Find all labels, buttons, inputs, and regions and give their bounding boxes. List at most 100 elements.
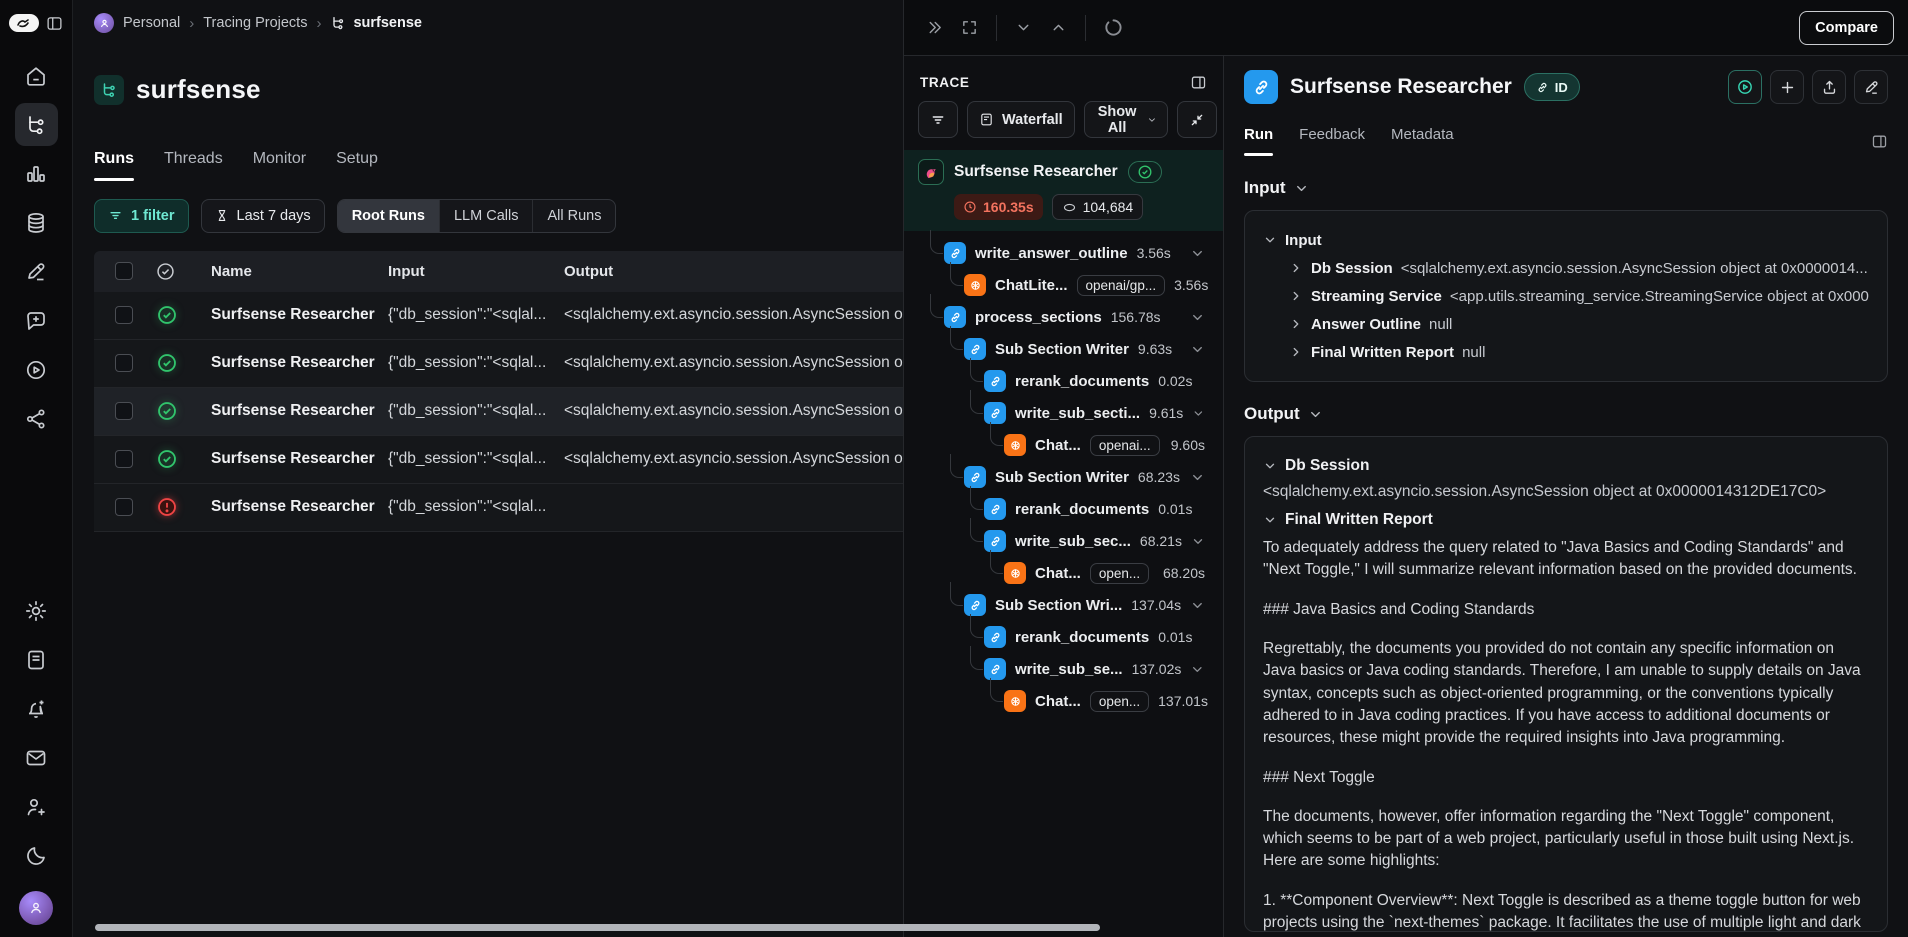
open-in-playground-button[interactable] bbox=[1728, 70, 1762, 104]
sidebar-item-dashboards[interactable] bbox=[15, 152, 58, 195]
sidebar-item-docs[interactable] bbox=[15, 638, 58, 681]
trace-span-row[interactable]: write_sub_sec... 68.21s bbox=[918, 525, 1209, 557]
sidebar-item-annotation[interactable] bbox=[15, 250, 58, 293]
output-db-session-row[interactable]: Db Session bbox=[1263, 457, 1869, 475]
trace-span-row[interactable]: Sub Section Writer 9.63s bbox=[918, 333, 1209, 365]
run-input-cell: {"db_session":"<sqlal... bbox=[388, 450, 564, 468]
trace-span-row[interactable]: rerank_documents 0.01s bbox=[918, 493, 1209, 525]
project-tab[interactable]: Runs bbox=[94, 150, 134, 181]
detail-tab[interactable]: Metadata bbox=[1391, 126, 1454, 156]
edit-button[interactable] bbox=[1854, 70, 1888, 104]
sidebar-item-tracing[interactable] bbox=[15, 103, 58, 146]
output-report-row[interactable]: Final Written Report bbox=[1263, 511, 1869, 529]
chevron-down-icon[interactable] bbox=[1190, 342, 1205, 357]
sidebar-item-settings[interactable] bbox=[15, 589, 58, 632]
trace-span-row[interactable]: ChatLite... openai/gp... 3.56s bbox=[918, 269, 1209, 301]
select-all-checkbox[interactable] bbox=[115, 262, 133, 280]
trace-span-row[interactable]: rerank_documents 0.01s bbox=[918, 621, 1209, 653]
project-tab[interactable]: Threads bbox=[164, 150, 223, 181]
row-checkbox[interactable] bbox=[115, 402, 133, 420]
trace-span-row[interactable]: Sub Section Wri... 137.04s bbox=[918, 589, 1209, 621]
trace-span-row[interactable]: write_sub_secti... 9.61s bbox=[918, 397, 1209, 429]
run-type-segment[interactable]: LLM Calls bbox=[440, 200, 533, 232]
row-checkbox[interactable] bbox=[115, 498, 133, 516]
show-all-dropdown[interactable]: Show All bbox=[1084, 101, 1169, 138]
column-input[interactable]: Input bbox=[388, 263, 564, 280]
trace-span-row[interactable]: rerank_documents 0.02s bbox=[918, 365, 1209, 397]
trace-span-row[interactable]: Chat... open... 137.01s bbox=[918, 685, 1209, 717]
compare-button[interactable]: Compare bbox=[1799, 11, 1894, 45]
sidebar-item-dark-mode[interactable] bbox=[15, 834, 58, 877]
input-field-row[interactable]: Final Written Report null bbox=[1263, 338, 1869, 366]
trace-filter-button[interactable] bbox=[918, 101, 958, 138]
chevron-down-icon[interactable] bbox=[1190, 310, 1205, 325]
sidebar-item-deployments[interactable] bbox=[15, 397, 58, 440]
horizontal-scrollbar[interactable] bbox=[95, 924, 1100, 931]
run-id-pill[interactable]: ID bbox=[1524, 73, 1580, 101]
add-to-dataset-button[interactable] bbox=[1770, 70, 1804, 104]
user-avatar[interactable] bbox=[19, 891, 53, 925]
fullscreen-icon[interactable] bbox=[961, 19, 978, 36]
row-checkbox[interactable] bbox=[115, 450, 133, 468]
project-tab[interactable]: Monitor bbox=[253, 150, 306, 181]
table-row[interactable]: Surfsense Researcher {"db_session":"<sql… bbox=[94, 484, 903, 532]
chevron-up-icon[interactable] bbox=[1050, 19, 1067, 36]
table-row[interactable]: Surfsense Researcher {"db_session":"<sql… bbox=[94, 436, 903, 484]
run-name-cell[interactable]: Surfsense Researcher bbox=[211, 306, 388, 324]
share-button[interactable] bbox=[1812, 70, 1846, 104]
row-checkbox[interactable] bbox=[115, 306, 133, 324]
table-row[interactable]: Surfsense Researcher {"db_session":"<sql… bbox=[94, 340, 903, 388]
sidebar-toggle-icon[interactable] bbox=[46, 15, 63, 32]
run-name-cell[interactable]: Surfsense Researcher bbox=[211, 498, 388, 516]
input-root-row[interactable]: Input bbox=[1263, 226, 1869, 254]
trace-root-span[interactable]: Surfsense Researcher 160.35s 104,684 bbox=[904, 150, 1223, 231]
column-output[interactable]: Output bbox=[564, 263, 903, 280]
chevron-down-icon[interactable] bbox=[1190, 598, 1205, 613]
sidebar-item-home[interactable] bbox=[15, 54, 58, 97]
chevron-down-icon[interactable] bbox=[1191, 534, 1205, 549]
input-field-row[interactable]: Streaming Service <app.utils.streaming_s… bbox=[1263, 282, 1869, 310]
run-type-segment[interactable]: All Runs bbox=[533, 200, 615, 232]
detail-tab[interactable]: Feedback bbox=[1299, 126, 1365, 156]
run-name-cell[interactable]: Surfsense Researcher bbox=[211, 354, 388, 372]
filter-count-button[interactable]: 1 filter bbox=[94, 199, 189, 233]
sidebar-item-datasets[interactable] bbox=[15, 201, 58, 244]
chevron-down-icon[interactable] bbox=[1015, 19, 1032, 36]
chevron-down-icon[interactable] bbox=[1192, 406, 1205, 421]
input-field-row[interactable]: Answer Outline null bbox=[1263, 310, 1869, 338]
breadcrumb-tracing-projects[interactable]: Tracing Projects bbox=[203, 15, 307, 31]
input-field-row[interactable]: Db Session <sqlalchemy.ext.asyncio.sessi… bbox=[1263, 254, 1869, 282]
row-checkbox[interactable] bbox=[115, 354, 133, 372]
breadcrumb-project[interactable]: surfsense bbox=[330, 15, 422, 31]
output-section-heading[interactable]: Output bbox=[1244, 404, 1888, 424]
waterfall-view-button[interactable]: Waterfall bbox=[967, 101, 1075, 138]
columns-icon[interactable] bbox=[1190, 74, 1207, 91]
sidebar-item-invite-user[interactable] bbox=[15, 785, 58, 828]
project-tab[interactable]: Setup bbox=[336, 150, 378, 181]
time-range-button[interactable]: Last 7 days bbox=[201, 199, 325, 233]
user-plus-icon bbox=[24, 795, 48, 819]
detail-tab[interactable]: Run bbox=[1244, 126, 1273, 156]
run-name-cell[interactable]: Surfsense Researcher bbox=[211, 450, 388, 468]
trace-span-row[interactable]: Sub Section Writer 68.23s bbox=[918, 461, 1209, 493]
chevron-down-icon[interactable] bbox=[1190, 662, 1205, 677]
input-section-heading[interactable]: Input bbox=[1244, 178, 1888, 198]
sidebar-item-mail[interactable] bbox=[15, 736, 58, 779]
sidebar-item-playground[interactable] bbox=[15, 348, 58, 391]
table-row[interactable]: Surfsense Researcher {"db_session":"<sql… bbox=[94, 292, 903, 340]
table-row[interactable]: Surfsense Researcher {"db_session":"<sql… bbox=[94, 388, 903, 436]
collapse-panel-icon[interactable] bbox=[926, 19, 943, 36]
chevron-down-icon[interactable] bbox=[1190, 246, 1205, 261]
sidebar-item-prompts[interactable] bbox=[15, 299, 58, 342]
trace-span-row[interactable]: write_sub_se... 137.02s bbox=[918, 653, 1209, 685]
run-type-segment[interactable]: Root Runs bbox=[338, 200, 440, 232]
side-panel-icon[interactable] bbox=[1871, 133, 1888, 150]
run-name-cell[interactable]: Surfsense Researcher bbox=[211, 402, 388, 420]
workspace-avatar[interactable] bbox=[94, 13, 114, 33]
sidebar-item-notifications[interactable] bbox=[15, 687, 58, 730]
chevron-down-icon[interactable] bbox=[1190, 470, 1205, 485]
breadcrumb-personal[interactable]: Personal bbox=[123, 15, 180, 31]
langsmith-logo-icon[interactable] bbox=[9, 14, 39, 32]
column-name[interactable]: Name bbox=[211, 263, 388, 280]
collapse-all-button[interactable] bbox=[1177, 101, 1217, 138]
